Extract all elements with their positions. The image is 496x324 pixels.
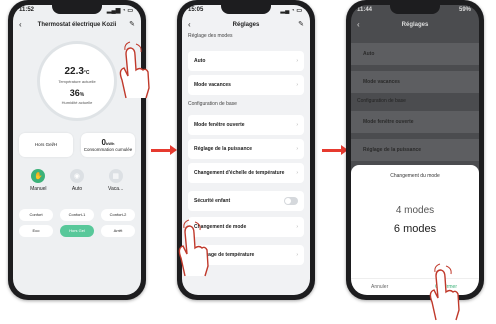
status-time: 11:44	[357, 7, 373, 13]
row-label: Sécurité enfant	[194, 198, 231, 204]
energy-unit: kWh	[106, 141, 115, 146]
preset-frost[interactable]: Hors Gel	[60, 225, 94, 237]
row-auto: Auto	[351, 43, 479, 65]
signal-icon: ▂▄ ◔ ▭	[280, 8, 303, 14]
mode-label: Vaca...	[108, 186, 124, 192]
edit-icon[interactable]: ✎	[298, 18, 304, 32]
preset-eco[interactable]: Eco	[19, 225, 53, 237]
row-label: Auto	[363, 51, 375, 57]
temperature-dial: 22.3°C Température actuelle 36% Humidité…	[37, 41, 117, 121]
notch	[221, 5, 271, 14]
page-title: Réglages	[401, 22, 429, 28]
chevron-right-icon: ›	[296, 58, 298, 64]
mode-auto[interactable]: ◉ Auto	[62, 167, 92, 203]
row-vacation: Mode vacances	[351, 71, 479, 93]
row-label: Auto	[194, 58, 206, 64]
arrow-icon	[151, 145, 177, 155]
frost-label: Hors Gel/H	[34, 142, 58, 147]
back-icon[interactable]: ‹	[188, 18, 191, 32]
preset-off[interactable]: Arrêt	[101, 225, 135, 237]
signal-icon: ▂▄▆ ◔ ▭	[106, 8, 133, 14]
row-label: Réglage de la puissance	[363, 147, 422, 153]
chevron-right-icon: ›	[296, 82, 298, 88]
section-base-title: Configuration de base	[357, 98, 406, 104]
dialog-screen: 11:44 59% ‹ Réglages Auto Mode vacances …	[351, 5, 479, 295]
notch	[390, 5, 440, 14]
mode-label: Auto	[71, 186, 83, 192]
section-modes-title: Réglage des modes	[188, 33, 233, 39]
chevron-right-icon: ›	[296, 224, 298, 230]
status-time: 15:05	[188, 7, 204, 13]
mode-selector: ✋ Manuel ◉ Auto ▦ Vaca...	[19, 167, 135, 203]
energy-card[interactable]: 0kWh Consommation cumulée	[81, 133, 135, 157]
row-vacation[interactable]: Mode vacances ›	[188, 75, 304, 95]
back-icon[interactable]: ‹	[19, 18, 22, 32]
notch	[52, 5, 102, 14]
row-scale[interactable]: Changement d'échelle de température ›	[188, 163, 304, 183]
humidity-unit: %	[79, 92, 85, 98]
child-lock-toggle[interactable]	[284, 197, 298, 205]
page-header: ‹ Réglages	[351, 18, 479, 32]
humidity-label: Humidité actuelle	[61, 100, 93, 105]
page-header: ‹ Thermostat électrique Kozii ✎	[13, 18, 141, 32]
mode-vacation[interactable]: ▦ Vaca...	[101, 167, 131, 203]
row-label: Mode vacances	[363, 79, 400, 85]
chevron-right-icon: ›	[296, 146, 298, 152]
row-power: Réglage de la puissance	[351, 139, 479, 161]
cancel-button[interactable]: Annuler	[371, 284, 388, 290]
phone-settings: 15:05 ▂▄ ◔ ▭ ‹ Réglages ✎ Réglage des mo…	[177, 0, 315, 300]
pointing-hand-icon	[429, 263, 460, 321]
page-header: ‹ Réglages ✎	[182, 18, 310, 32]
row-label: Changement d'échelle de température	[194, 170, 285, 176]
mode-manual[interactable]: ✋ Manuel	[23, 167, 53, 203]
energy-label: Consommation cumulée	[83, 147, 133, 152]
chevron-right-icon: ›	[296, 170, 298, 176]
vacation-icon: ▦	[108, 169, 123, 183]
sheet-title: Changement du mode	[390, 173, 440, 179]
row-power[interactable]: Réglage de la puissance ›	[188, 139, 304, 159]
section-base-title: Configuration de base	[188, 101, 237, 107]
temperature-value: 22.3°C	[64, 66, 90, 77]
phone-thermostat: 11:52 ▂▄▆ ◔ ▭ ‹ Thermostat électrique Ko…	[8, 0, 150, 300]
page-title: Réglages	[232, 22, 260, 28]
status-time: 11:52	[19, 7, 35, 13]
battery-level: 59%	[458, 7, 471, 13]
mode-label: Manuel	[30, 186, 47, 192]
pointing-hand-icon	[178, 219, 209, 277]
preset-comfort[interactable]: Confort	[19, 209, 53, 221]
preset-comfort-2[interactable]: Confort-2	[101, 209, 135, 221]
row-auto[interactable]: Auto ›	[188, 51, 304, 71]
energy-value: 0kWh	[101, 138, 115, 147]
option-4-modes[interactable]: 4 modes	[351, 205, 479, 216]
row-label: Mode fenêtre ouverte	[194, 122, 245, 128]
humidity-value: 36%	[69, 88, 85, 98]
row-window[interactable]: Mode fenêtre ouverte ›	[188, 115, 304, 135]
row-child-lock: Sécurité enfant	[188, 191, 304, 211]
chevron-right-icon: ›	[296, 122, 298, 128]
option-6-modes[interactable]: 6 modes	[351, 223, 479, 235]
row-label: Mode vacances	[194, 82, 231, 88]
preset-comfort-1[interactable]: Confort-1	[60, 209, 94, 221]
page-title: Thermostat électrique Kozii	[37, 22, 117, 28]
auto-icon: ◉	[69, 169, 84, 183]
chevron-right-icon: ›	[296, 252, 298, 258]
arrow-icon	[322, 145, 348, 155]
frost-card[interactable]: Hors Gel/H	[19, 133, 73, 157]
phone-mode-dialog: 11:44 59% ‹ Réglages Auto Mode vacances …	[346, 0, 484, 321]
back-icon[interactable]: ‹	[357, 18, 360, 32]
row-label: Réglage de la puissance	[194, 146, 253, 152]
edit-icon[interactable]: ✎	[129, 18, 135, 32]
row-window: Mode fenêtre ouverte	[351, 111, 479, 133]
pointing-hand-icon	[119, 41, 150, 99]
temperature-label: Température actuelle	[58, 79, 96, 84]
row-label: Mode fenêtre ouverte	[363, 119, 414, 125]
hand-icon: ✋	[31, 169, 46, 183]
temperature-unit: °C	[83, 70, 90, 76]
